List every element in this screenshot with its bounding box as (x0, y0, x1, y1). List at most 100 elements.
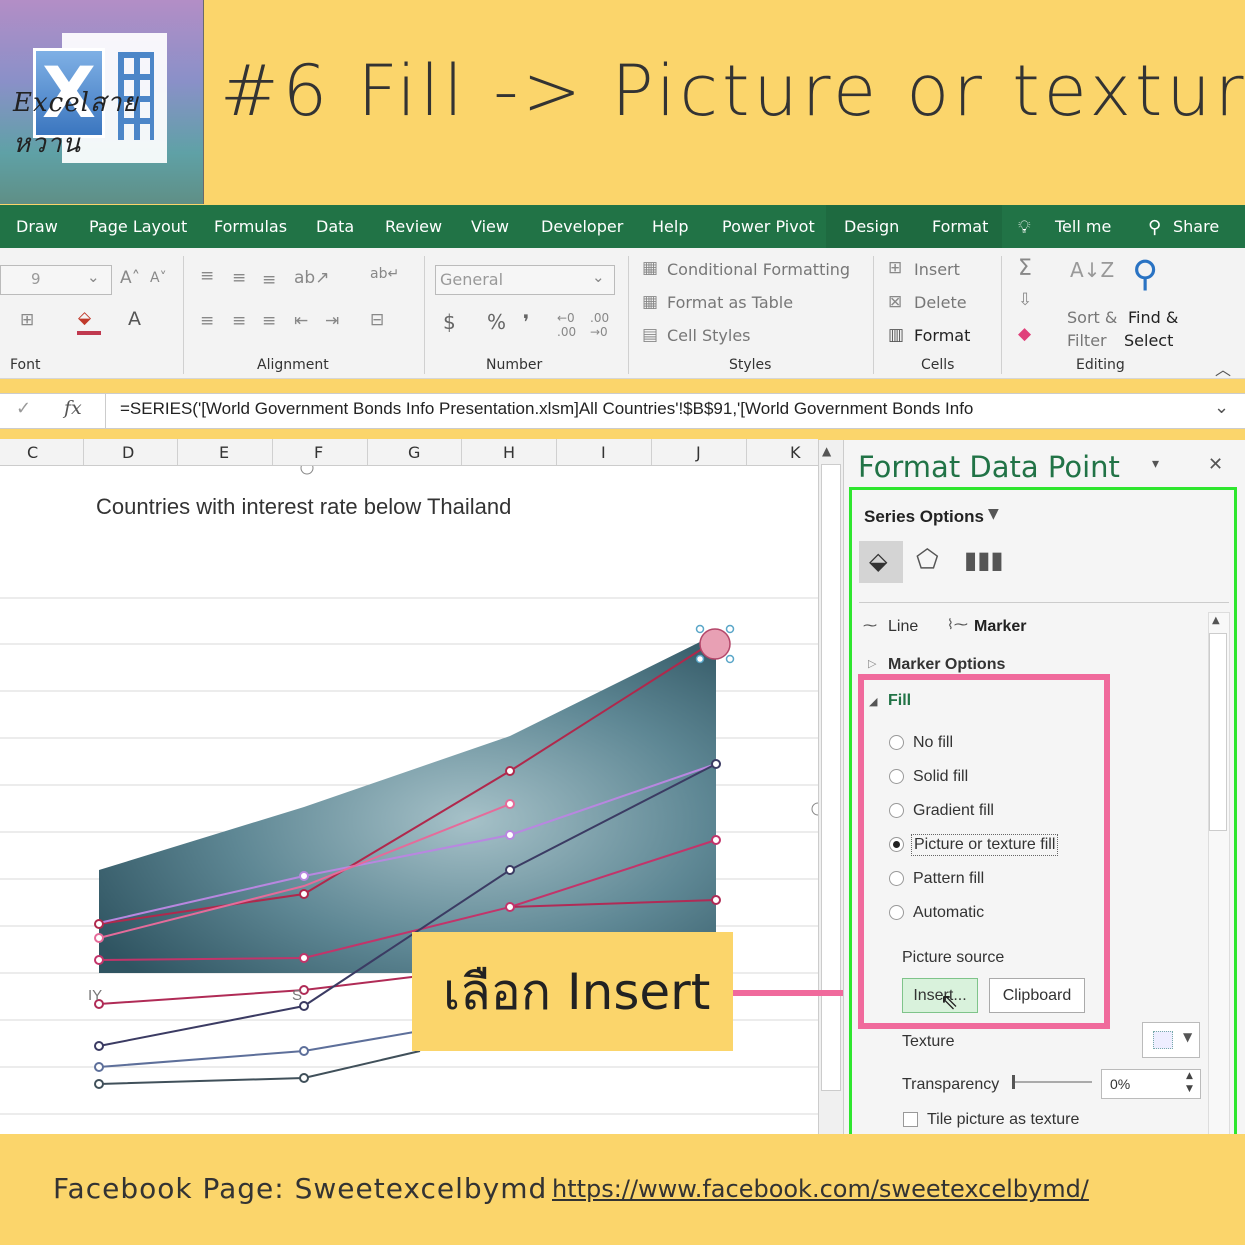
sheet-scrollbar[interactable]: ▲ (818, 440, 843, 1134)
texture-picker[interactable]: ▼ (1142, 1022, 1200, 1058)
align-bottom-icon[interactable]: ≡ (262, 270, 276, 290)
gradient-fill-label[interactable]: Gradient fill (913, 802, 994, 820)
expand-formula-bar-icon[interactable]: ⌄ (1214, 397, 1229, 418)
conditional-formatting-button[interactable]: Conditional Formatting (667, 260, 850, 279)
line-tab[interactable]: Line (888, 618, 918, 636)
column-header[interactable]: C (27, 443, 38, 462)
marker-options-section[interactable]: Marker Options (888, 656, 1005, 674)
spin-down-icon[interactable]: ▼ (1186, 1084, 1193, 1094)
gradient-fill-radio[interactable] (889, 803, 904, 818)
increase-indent-icon[interactable]: ⇥ (325, 311, 339, 331)
column-header[interactable]: G (408, 443, 420, 462)
scroll-up-icon[interactable]: ▲ (822, 444, 831, 458)
tab-format[interactable]: Format (932, 217, 988, 236)
picture-texture-fill-label[interactable]: Picture or texture fill (911, 834, 1059, 856)
pattern-fill-radio[interactable] (889, 871, 904, 886)
tab-view[interactable]: View (471, 217, 509, 236)
insert-cells-button[interactable]: Insert (914, 260, 960, 279)
chevron-down-icon[interactable]: ▼ (988, 506, 999, 522)
selected-data-point[interactable] (699, 628, 731, 660)
tab-formulas[interactable]: Formulas (214, 217, 287, 236)
automatic-fill-label[interactable]: Automatic (913, 904, 984, 922)
series-options-dropdown[interactable]: Series Options (864, 507, 984, 527)
wrap-text-icon[interactable]: ab↵ (370, 266, 399, 282)
number-format-dropdown[interactable]: General ⌄ (435, 265, 615, 295)
collapse-triangle-icon[interactable]: ◢ (869, 695, 877, 708)
find-select-button[interactable]: Find & (1128, 308, 1178, 327)
decrease-font-icon[interactable]: A˅ (150, 270, 167, 286)
insert-function-button[interactable]: fx (64, 397, 82, 419)
column-header[interactable]: K (790, 443, 801, 462)
borders-icon[interactable]: ⊞ (20, 310, 34, 330)
merge-center-icon[interactable]: ⊟ (370, 310, 384, 330)
tab-power-pivot[interactable]: Power Pivot (722, 217, 815, 236)
font-size-dropdown[interactable]: 9 ⌄ (0, 265, 112, 295)
facebook-page-link[interactable]: https://www.facebook.com/sweetexcelbymd/ (552, 1175, 1089, 1203)
align-left-icon[interactable]: ≡ (200, 311, 214, 331)
enter-check-icon[interactable]: ✓ (16, 398, 31, 419)
fill-down-icon[interactable]: ⇩ (1018, 290, 1032, 310)
decrease-decimal-icon[interactable]: .00 →0 (590, 311, 609, 339)
column-header[interactable]: F (314, 443, 323, 462)
tab-data[interactable]: Data (316, 217, 354, 236)
tab-developer[interactable]: Developer (541, 217, 623, 236)
tile-picture-label[interactable]: Tile picture as texture (927, 1111, 1079, 1129)
share-button[interactable]: Share (1173, 217, 1219, 236)
transparency-value[interactable]: 0% (1110, 1076, 1130, 1092)
column-header[interactable]: E (219, 443, 229, 462)
column-header[interactable]: I (601, 443, 606, 462)
pattern-fill-label[interactable]: Pattern fill (913, 870, 984, 888)
scrollbar-thumb[interactable] (1209, 633, 1227, 831)
scroll-up-icon[interactable]: ▲ (1212, 615, 1220, 626)
no-fill-radio[interactable] (889, 735, 904, 750)
cell-styles-button[interactable]: Cell Styles (667, 326, 751, 345)
format-as-table-button[interactable]: Format as Table (667, 293, 793, 312)
marker-tab[interactable]: Marker (974, 618, 1026, 636)
transparency-slider-thumb[interactable] (1012, 1075, 1015, 1089)
font-color-icon[interactable]: A (128, 308, 141, 330)
tab-review[interactable]: Review (385, 217, 442, 236)
fill-line-tab[interactable]: ⬙ (859, 541, 903, 583)
automatic-fill-radio[interactable] (889, 905, 904, 920)
align-top-icon[interactable]: ≡ (200, 266, 214, 286)
align-right-icon[interactable]: ≡ (262, 311, 276, 331)
close-icon[interactable]: ✕ (1208, 454, 1223, 475)
tell-me-box[interactable]: Tell me (1055, 217, 1111, 236)
tab-draw[interactable]: Draw (16, 217, 58, 236)
clear-eraser-icon[interactable]: ◆ (1018, 324, 1031, 344)
series-options-chart-icon[interactable]: ▮▮▮ (964, 546, 1004, 574)
picture-texture-fill-radio[interactable] (889, 837, 904, 852)
delete-cells-button[interactable]: Delete (914, 293, 967, 312)
format-cells-button[interactable]: Format (914, 326, 970, 345)
clipboard-button[interactable]: Clipboard (989, 978, 1085, 1013)
transparency-slider[interactable] (1014, 1081, 1092, 1083)
scrollbar-thumb[interactable] (821, 464, 841, 1091)
pane-options-dropdown-icon[interactable]: ▾ (1152, 456, 1159, 472)
formula-input[interactable]: =SERIES('[World Government Bonds Info Pr… (120, 399, 973, 419)
pane-scrollbar[interactable]: ▲ (1208, 612, 1230, 1136)
align-middle-icon[interactable]: ≡ (232, 268, 246, 288)
align-center-icon[interactable]: ≡ (232, 311, 246, 331)
no-fill-label[interactable]: No fill (913, 734, 953, 752)
transparency-spinner[interactable]: 0% ▲ ▼ (1101, 1069, 1201, 1099)
sort-filter-button[interactable]: Sort & (1067, 308, 1117, 327)
autosum-icon[interactable]: Σ (1018, 256, 1032, 281)
solid-fill-label[interactable]: Solid fill (913, 768, 968, 786)
tab-design[interactable]: Design (844, 217, 899, 236)
decrease-indent-icon[interactable]: ⇤ (294, 311, 308, 331)
orientation-icon[interactable]: ab↗ (294, 268, 329, 288)
column-header[interactable]: H (503, 443, 515, 462)
spin-up-icon[interactable]: ▲ (1186, 1071, 1193, 1081)
collapse-ribbon-icon[interactable]: ︿ (1215, 356, 1231, 380)
solid-fill-radio[interactable] (889, 769, 904, 784)
effects-pentagon-icon[interactable]: ⬠ (916, 545, 939, 575)
increase-decimal-icon[interactable]: ←0.00 (557, 311, 576, 339)
chart-title[interactable]: Countries with interest rate below Thail… (96, 494, 511, 520)
fill-section-header[interactable]: Fill (888, 692, 911, 710)
fill-color-icon[interactable]: ⬙ (78, 308, 91, 328)
comma-style-button[interactable]: ❜ (523, 310, 529, 334)
column-header[interactable]: D (122, 443, 134, 462)
expand-triangle-icon[interactable]: ▷ (868, 657, 876, 670)
increase-font-icon[interactable]: A˄ (120, 268, 140, 288)
percent-button[interactable]: % (487, 310, 506, 334)
